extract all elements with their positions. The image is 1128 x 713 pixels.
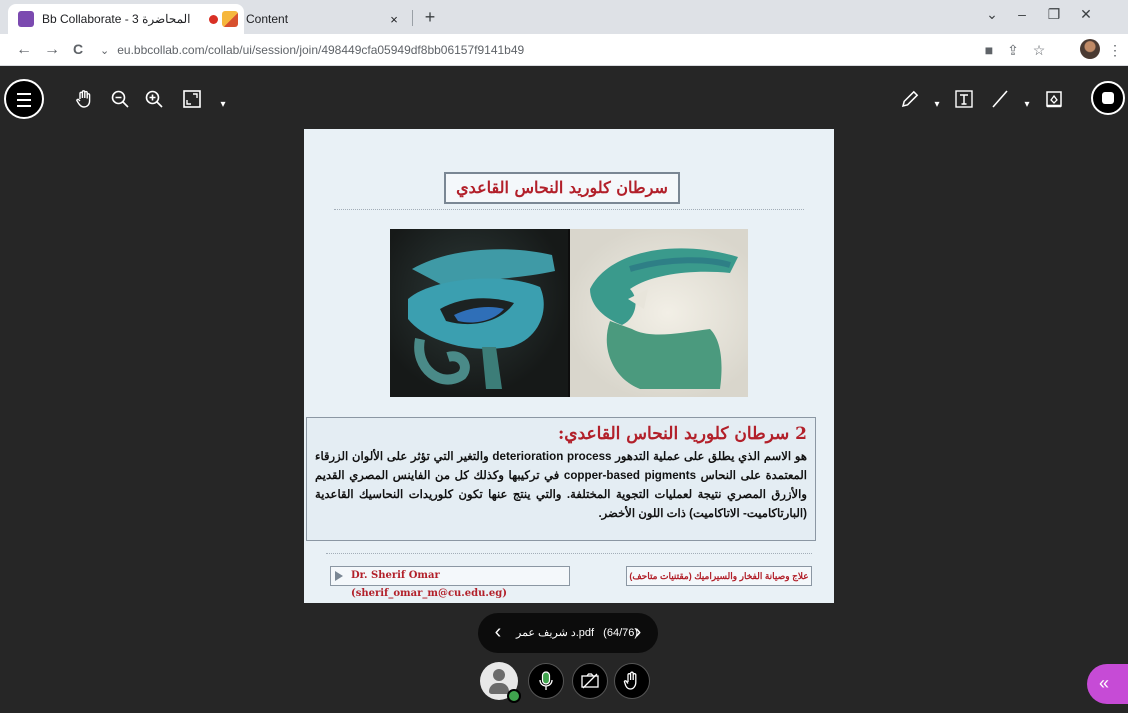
zoom-in-icon[interactable] xyxy=(142,89,166,113)
browser-tab-strip: Bb Collaborate - المحاضرة 3 × Content × … xyxy=(0,0,1128,34)
footer-divider xyxy=(326,553,812,554)
wedjat-eye-front-image xyxy=(390,229,568,397)
stop-recording-icon[interactable] xyxy=(1091,81,1125,115)
collaborate-session: ▾ ▾ ▾ سرطان كلوريد النحاس القاعدي 2 سرطا… xyxy=(0,67,1128,713)
eraser-icon[interactable] xyxy=(1042,89,1066,113)
open-collaborate-panel-button[interactable]: « xyxy=(1087,664,1128,704)
address-bar[interactable]: ⌄ eu.bbcollab.com/collab/ui/session/join… xyxy=(100,38,960,62)
fit-options-chevron-icon[interactable]: ▾ xyxy=(218,95,228,115)
camera-toggle-button[interactable] xyxy=(572,663,608,699)
site-info-icon[interactable]: ⌄ xyxy=(100,44,109,57)
tab-content[interactable]: Content × xyxy=(212,4,412,34)
footer-author-text: Dr. Sherif Omar (sherif_omar_m@cu.edu.eg… xyxy=(351,570,507,599)
browser-toolbar: ← → C ⌄ eu.bbcollab.com/collab/ui/sessio… xyxy=(0,34,1128,66)
tab-separator xyxy=(412,10,413,26)
line-tool-icon[interactable] xyxy=(988,89,1012,113)
raise-hand-button[interactable] xyxy=(614,663,650,699)
microphone-toggle-button[interactable] xyxy=(528,663,564,699)
text-tool-icon[interactable] xyxy=(952,89,976,113)
title-divider xyxy=(334,209,804,210)
tab-close-button[interactable]: × xyxy=(386,12,402,27)
slide-title: سرطان كلوريد النحاس القاعدي xyxy=(444,172,680,204)
slide-footer-course: علاج وصيانة الفخار والسيراميك (مقتنيات م… xyxy=(626,566,812,586)
session-menu-button[interactable] xyxy=(4,79,44,119)
tab-title: Bb Collaborate - المحاضرة 3 xyxy=(42,12,191,26)
pencil-options-chevron-icon[interactable]: ▾ xyxy=(932,95,942,115)
section-heading: 2 سرطان كلوريد النحاس القاعدي: xyxy=(558,424,807,444)
slide-text-box: 2 سرطان كلوريد النحاس القاعدي: هو الاسم … xyxy=(306,417,816,541)
status-ok-badge xyxy=(507,689,521,703)
zoom-out-icon[interactable] xyxy=(108,89,132,113)
forward-button[interactable]: → xyxy=(42,41,62,59)
collaborate-favicon-icon xyxy=(18,11,34,27)
file-label: د شريف عمر.pdf (64/76) xyxy=(516,626,638,639)
content-favicon-icon xyxy=(222,11,238,27)
share-icon[interactable]: ⇪ xyxy=(1004,42,1022,59)
minimize-button[interactable]: – xyxy=(1008,6,1036,22)
new-tab-button[interactable]: + xyxy=(418,6,442,30)
footer-bullet-icon xyxy=(335,571,343,581)
browser-menu-icon[interactable]: ⋮ xyxy=(1106,42,1124,59)
pencil-icon[interactable] xyxy=(898,89,922,113)
bookmark-star-icon[interactable]: ☆ xyxy=(1030,42,1048,59)
next-page-button[interactable]: › xyxy=(628,621,648,643)
section-body: هو الاسم الذي يطلق على عملية التدهور det… xyxy=(315,450,807,520)
file-name: د شريف عمر.pdf xyxy=(516,627,595,639)
fit-page-icon[interactable] xyxy=(180,89,204,113)
line-options-chevron-icon[interactable]: ▾ xyxy=(1022,95,1032,115)
profile-avatar[interactable] xyxy=(1080,39,1100,59)
file-pager: ‹ د شريف عمر.pdf (64/76) › xyxy=(478,613,658,653)
reload-button[interactable]: C xyxy=(68,41,88,57)
close-window-button[interactable]: ✕ xyxy=(1072,6,1100,23)
tab-title: Content xyxy=(246,12,289,26)
wedjat-eye-back-image xyxy=(570,229,748,397)
previous-page-button[interactable]: ‹ xyxy=(488,621,508,643)
restore-button[interactable]: ❐ xyxy=(1040,6,1068,23)
back-button[interactable]: ← xyxy=(14,41,34,59)
url-text: eu.bbcollab.com/collab/ui/session/join/4… xyxy=(117,43,525,57)
camera-in-use-icon[interactable]: ■ xyxy=(980,42,998,58)
tab-search-button[interactable]: ⌄ xyxy=(978,6,1006,23)
pan-hand-icon[interactable] xyxy=(72,89,96,113)
slide-photo xyxy=(390,229,748,397)
shared-slide: سرطان كلوريد النحاس القاعدي 2 سرطان كلور… xyxy=(304,129,834,603)
slide-footer-author: Dr. Sherif Omar (sherif_omar_m@cu.edu.eg… xyxy=(330,566,570,599)
tab-collaborate[interactable]: Bb Collaborate - المحاضرة 3 × xyxy=(8,4,244,34)
